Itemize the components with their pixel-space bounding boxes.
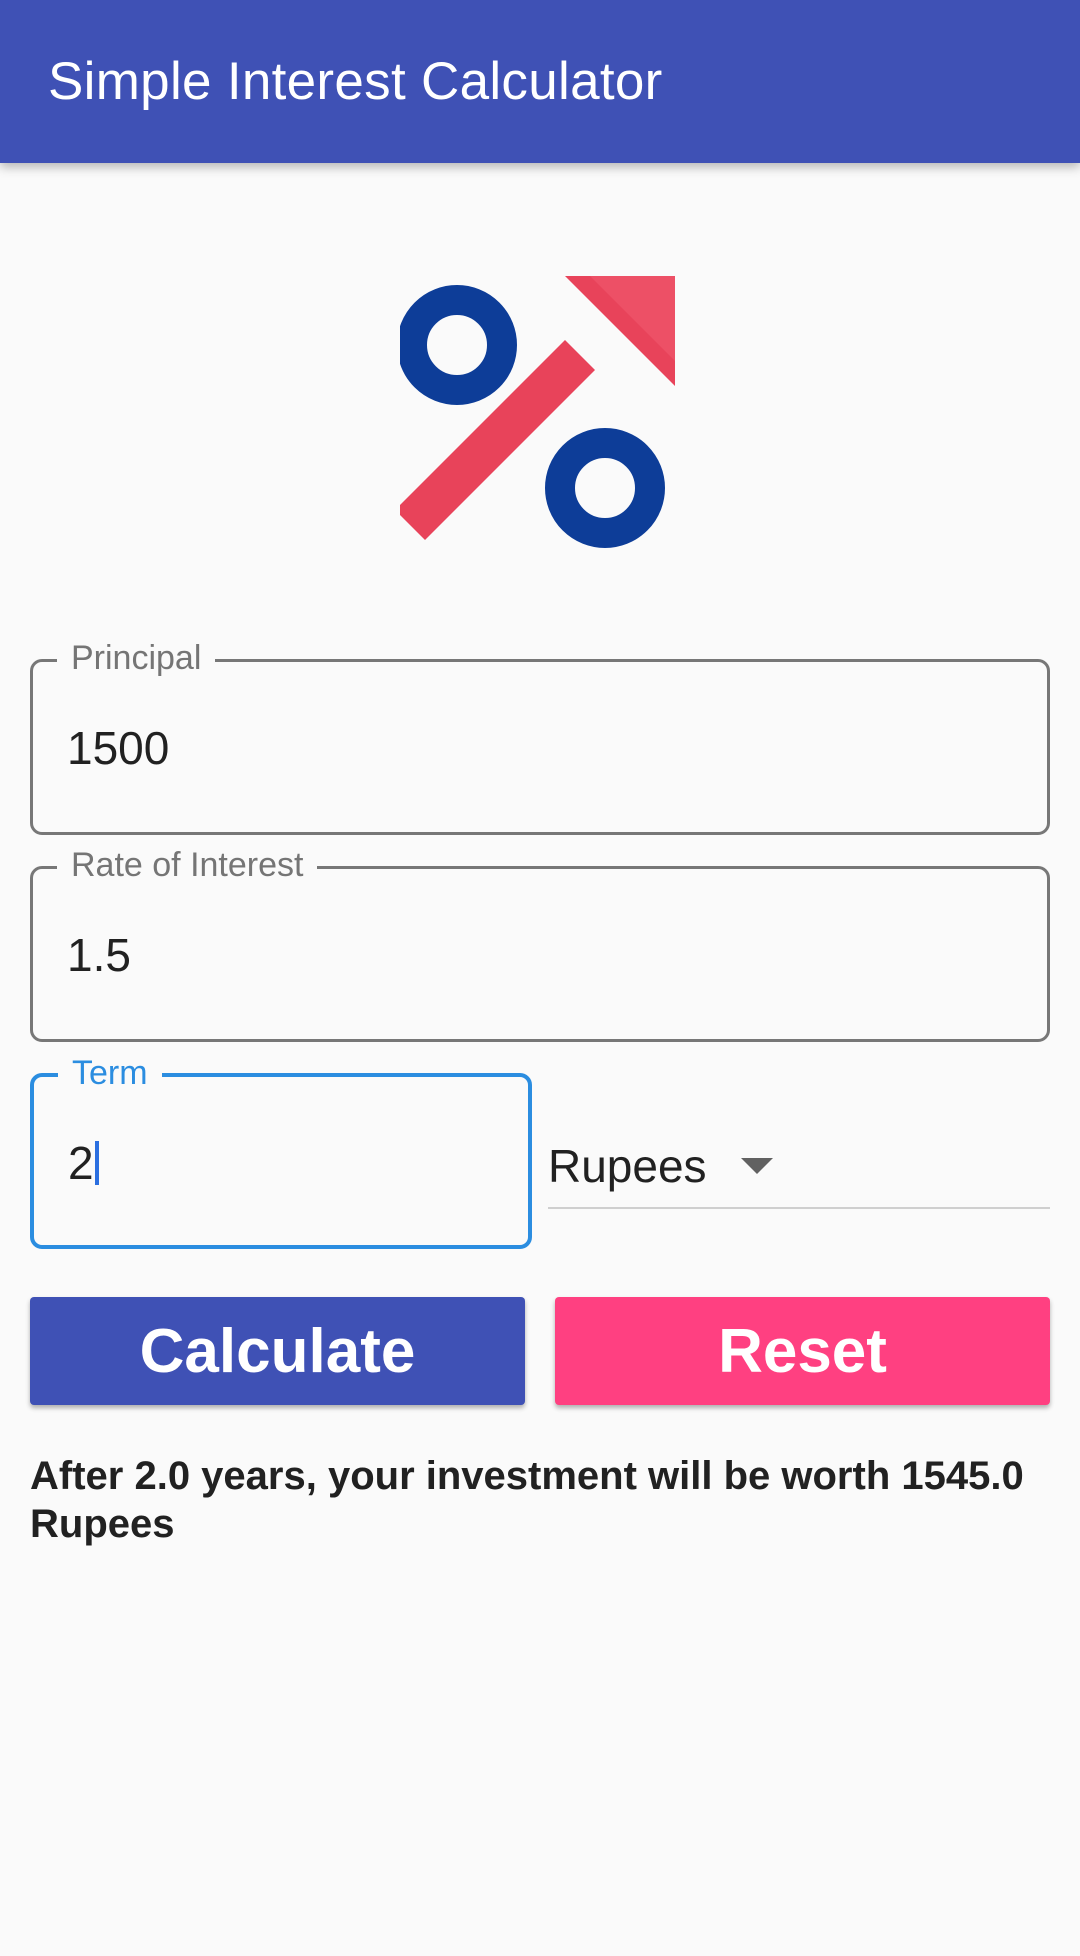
- currency-dropdown[interactable]: Rupees: [548, 1125, 1050, 1209]
- percent-up-arrow-icon: [400, 276, 675, 548]
- result-text: After 2.0 years, your investment will be…: [30, 1454, 1024, 1546]
- calculate-button[interactable]: Calculate: [30, 1297, 525, 1405]
- principal-label: Principal: [57, 638, 216, 678]
- rate-field[interactable]: Rate of Interest 1.5: [30, 845, 1050, 1042]
- term-field[interactable]: Term 2: [30, 1053, 532, 1249]
- rate-input[interactable]: 1.5: [67, 927, 131, 983]
- currency-selected: Rupees: [548, 1140, 707, 1192]
- text-caret: [94, 1141, 99, 1185]
- term-input[interactable]: 2: [68, 1137, 94, 1189]
- principal-input[interactable]: 1500: [67, 720, 169, 776]
- principal-field[interactable]: Principal 1500: [30, 638, 1050, 835]
- term-label: Term: [58, 1053, 162, 1093]
- rate-label: Rate of Interest: [57, 845, 318, 885]
- chevron-down-icon: [740, 1158, 773, 1174]
- reset-button[interactable]: Reset: [555, 1297, 1050, 1405]
- app-bar: Simple Interest Calculator: [0, 0, 1080, 163]
- app-title: Simple Interest Calculator: [48, 52, 663, 111]
- term-input-wrapper[interactable]: 2: [68, 1135, 99, 1191]
